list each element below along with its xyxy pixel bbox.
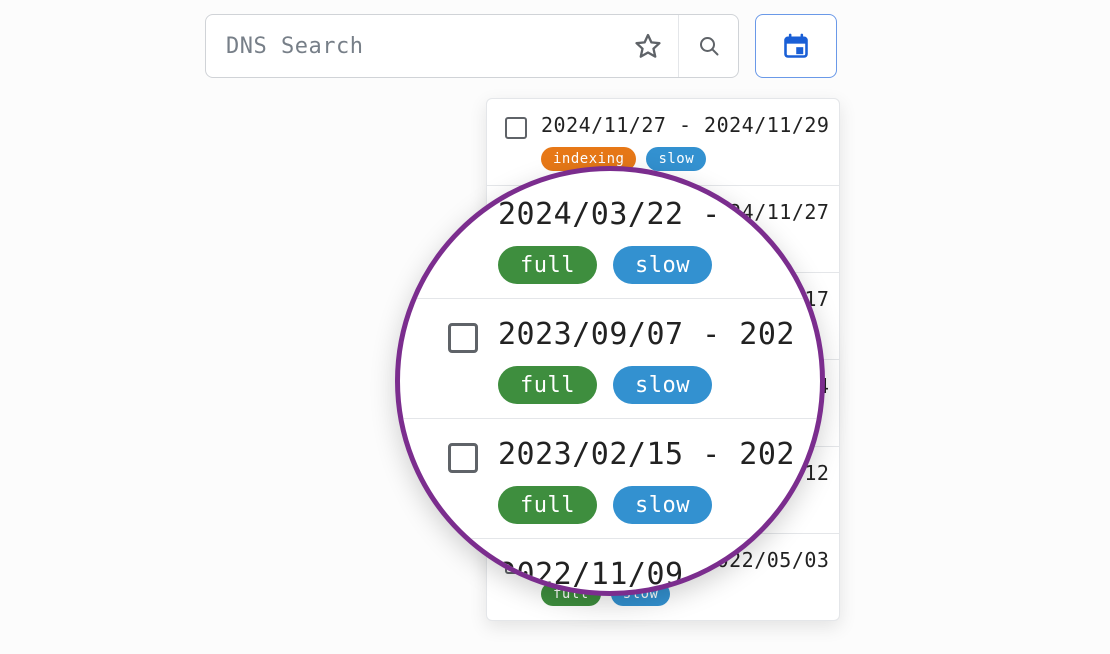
favorite-button[interactable] [618, 15, 678, 77]
date-range-button[interactable] [755, 14, 837, 78]
status-badge: full [498, 246, 597, 284]
status-badge: slow [613, 486, 712, 524]
search-input[interactable] [206, 15, 618, 77]
search-icon [697, 34, 721, 58]
zoom-row: 2023/02/15 - 202 full slow [400, 418, 820, 538]
search-bar [205, 14, 739, 78]
date-range-label: 2024/11/27 - 2024/11/29 [541, 113, 821, 137]
status-badge: slow [613, 246, 712, 284]
star-icon [634, 32, 662, 60]
status-badge: full [498, 366, 597, 404]
row-checkbox[interactable] [505, 117, 527, 139]
status-badge: slow [646, 147, 706, 171]
status-badge: full [498, 486, 597, 524]
search-button[interactable] [678, 15, 738, 77]
date-range-label: 2023/02/15 - 202 [498, 437, 790, 472]
date-range-label: 2024/03/22 - [498, 197, 721, 232]
date-range-label: 2023/09/07 - 202 [498, 317, 790, 352]
zoom-row: 2023/09/07 - 202 full slow [400, 298, 820, 418]
row-checkbox[interactable] [448, 443, 478, 473]
status-badge: slow [613, 366, 712, 404]
magnifier-lens: 2024/03/22 - full slow 2023/09/07 - 202 … [395, 166, 825, 596]
calendar-icon [782, 32, 810, 60]
row-checkbox[interactable] [448, 323, 478, 353]
